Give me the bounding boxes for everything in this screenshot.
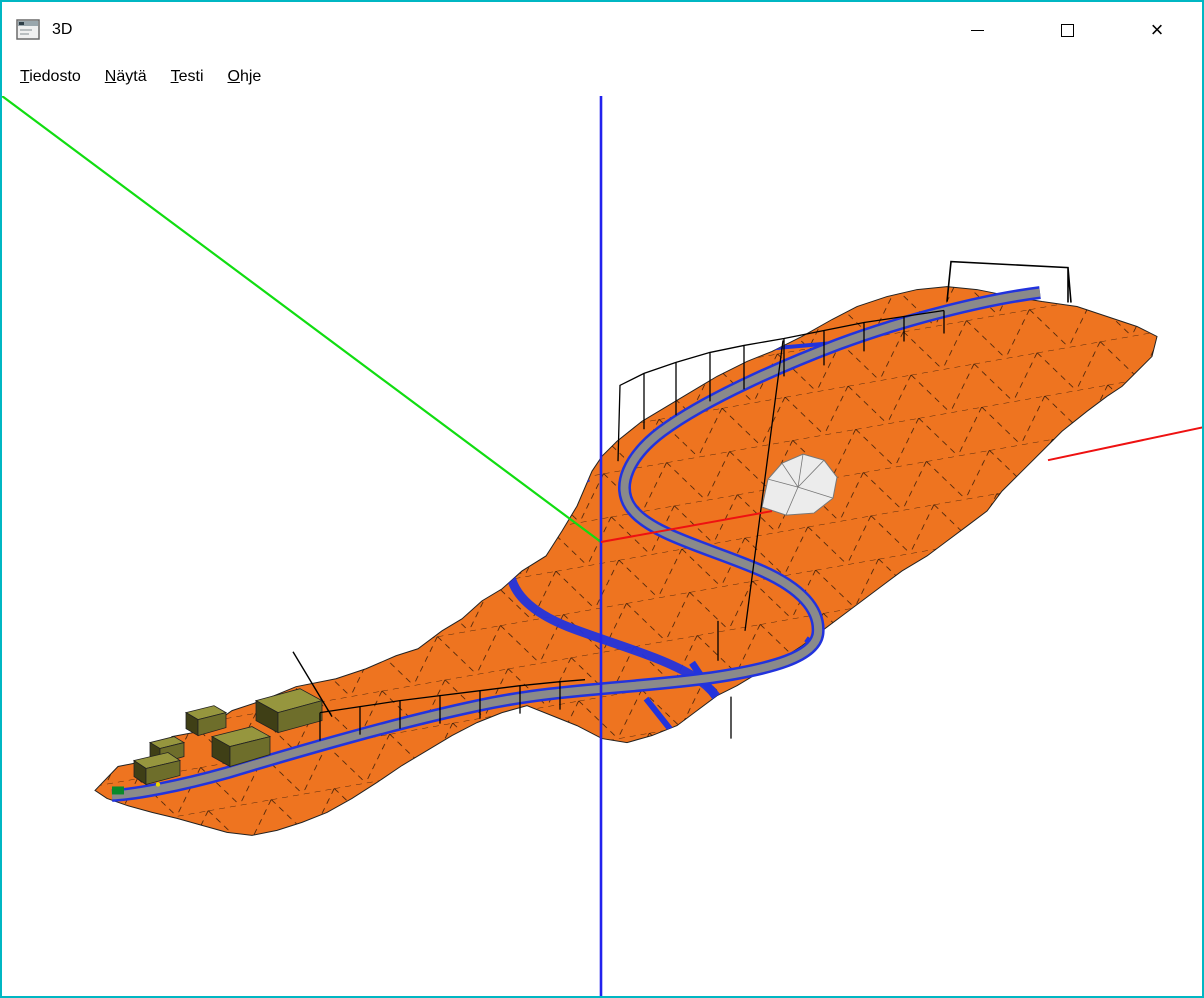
- scene-3d: [2, 96, 1202, 996]
- menu-ohje[interactable]: Ohje: [216, 62, 274, 92]
- menu-nayta[interactable]: Näytä: [93, 62, 159, 92]
- close-icon: ×: [1151, 19, 1164, 41]
- grass-patch: [112, 786, 124, 794]
- app-icon: [16, 19, 40, 41]
- minimize-button[interactable]: [932, 2, 1022, 58]
- viewport-3d[interactable]: [2, 96, 1202, 996]
- caption-buttons: ×: [932, 2, 1202, 58]
- axis-red-segment-2: [1048, 427, 1202, 460]
- minimize-icon: [971, 30, 984, 31]
- window-title: 3D: [52, 21, 72, 39]
- yellow-marker: [156, 782, 160, 786]
- titlebar[interactable]: 3D ×: [2, 2, 1202, 58]
- maximize-icon: [1061, 24, 1074, 37]
- close-button[interactable]: ×: [1112, 2, 1202, 58]
- app-window: 3D × Tiedosto Näytä Testi Ohje: [0, 0, 1204, 998]
- menubar: Tiedosto Näytä Testi Ohje: [2, 58, 1202, 96]
- menu-tiedosto[interactable]: Tiedosto: [8, 62, 93, 92]
- coordinate-axes: [2, 96, 1202, 996]
- menu-testi[interactable]: Testi: [159, 62, 216, 92]
- app-icon-graphic: [16, 19, 40, 41]
- axis-green: [2, 96, 601, 542]
- maximize-button[interactable]: [1022, 2, 1112, 58]
